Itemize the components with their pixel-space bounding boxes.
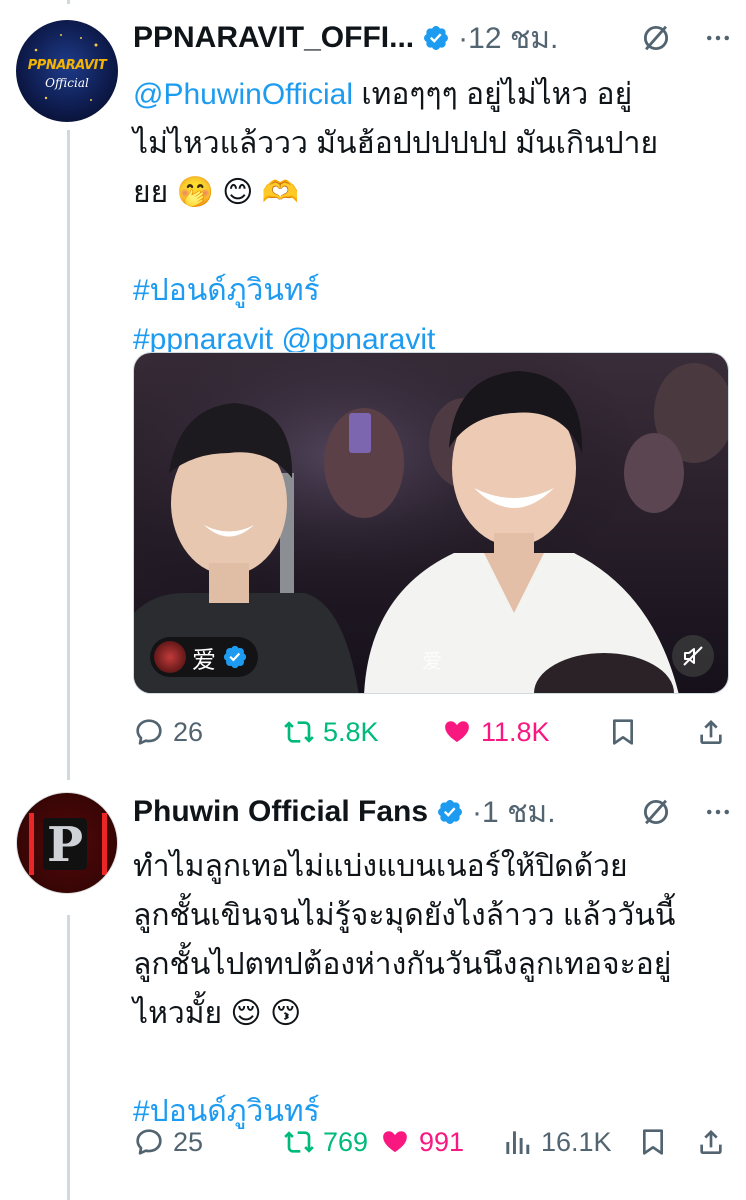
avatar-wordmark: PPNARAVIT <box>27 58 107 73</box>
like-button[interactable]: 11.8K <box>441 710 550 754</box>
heart-icon <box>383 1131 407 1153</box>
author-name[interactable]: PPNARAVIT_OFFI... <box>133 21 414 55</box>
repost-icon <box>284 1131 314 1153</box>
grok-icon[interactable] <box>639 21 673 55</box>
verified-badge-icon <box>438 800 463 824</box>
more-options-icon[interactable] <box>703 23 733 53</box>
mention-link[interactable]: @PhuwinOfficial <box>133 78 353 111</box>
share-icon <box>700 1130 722 1154</box>
video-watermark: 爱 <box>422 649 442 673</box>
verified-badge-icon <box>223 645 247 669</box>
media-source-badge[interactable]: 爱 <box>150 637 258 677</box>
heart-icon <box>445 721 469 743</box>
reply-icon <box>136 1129 162 1155</box>
timestamp[interactable]: ·1 ชม. <box>472 789 556 836</box>
more-options-icon[interactable] <box>703 797 733 827</box>
bookmark-icon <box>643 1129 663 1155</box>
verified-badge-icon <box>424 26 449 50</box>
bookmark-button[interactable] <box>607 710 639 754</box>
bookmark-button[interactable] <box>637 1120 669 1164</box>
tweet-1[interactable]: PPNARAVIT Official PPNARAVIT_OFFI... ·12… <box>0 0 746 780</box>
hashtag-link[interactable]: #ปอนด์ภูวินทร์ <box>133 274 320 307</box>
reply-button[interactable]: 25 <box>133 1120 203 1164</box>
tweet-actions: 25 769 991 16.1K <box>133 1120 733 1164</box>
views-chart-icon <box>506 1131 530 1154</box>
share-button[interactable] <box>695 710 727 754</box>
avatar-letter: P <box>46 817 84 873</box>
share-icon <box>700 720 722 744</box>
avatar[interactable]: P <box>16 792 118 894</box>
reply-icon <box>136 719 162 745</box>
author-name[interactable]: Phuwin Official Fans <box>133 795 428 829</box>
avatar-subtext: Official <box>45 76 89 90</box>
share-button[interactable] <box>695 1120 727 1164</box>
views-button[interactable]: 16.1K <box>501 1120 612 1164</box>
repost-icon <box>284 721 314 743</box>
like-button[interactable]: 991 <box>379 1120 464 1164</box>
tweet-video[interactable]: 爱 爱 <box>133 352 729 694</box>
timestamp[interactable]: ·12 ชม. <box>458 15 558 62</box>
tweet-actions: 26 5.8K 11.8K <box>133 710 733 754</box>
mute-button[interactable] <box>672 635 714 677</box>
tweet-header: PPNARAVIT_OFFI... ·12 ชม. <box>133 18 733 58</box>
avatar[interactable]: PPNARAVIT Official <box>16 20 118 122</box>
tweet-header: Phuwin Official Fans ·1 ชม. <box>133 792 733 832</box>
source-avatar <box>154 641 186 673</box>
tweet-text: ทำไมลูกเทอไม่แบ่งแบนเนอร์ให้ปิดด้วย ลูกช… <box>133 850 676 1128</box>
repost-button[interactable]: 5.8K <box>283 710 379 754</box>
grok-icon[interactable] <box>639 795 673 829</box>
bookmark-icon <box>613 719 633 745</box>
reply-button[interactable]: 26 <box>133 710 203 754</box>
tweet-2[interactable]: P Phuwin Official Fans ·1 ชม. ทำไมลูกเทอ… <box>0 780 746 1200</box>
tweet-text: @PhuwinOfficial เทอๆๆๆ อยู่ไม่ไหว อยู่ ไ… <box>133 78 659 356</box>
repost-button[interactable]: 769 <box>283 1120 368 1164</box>
muted-speaker-icon <box>683 646 703 666</box>
